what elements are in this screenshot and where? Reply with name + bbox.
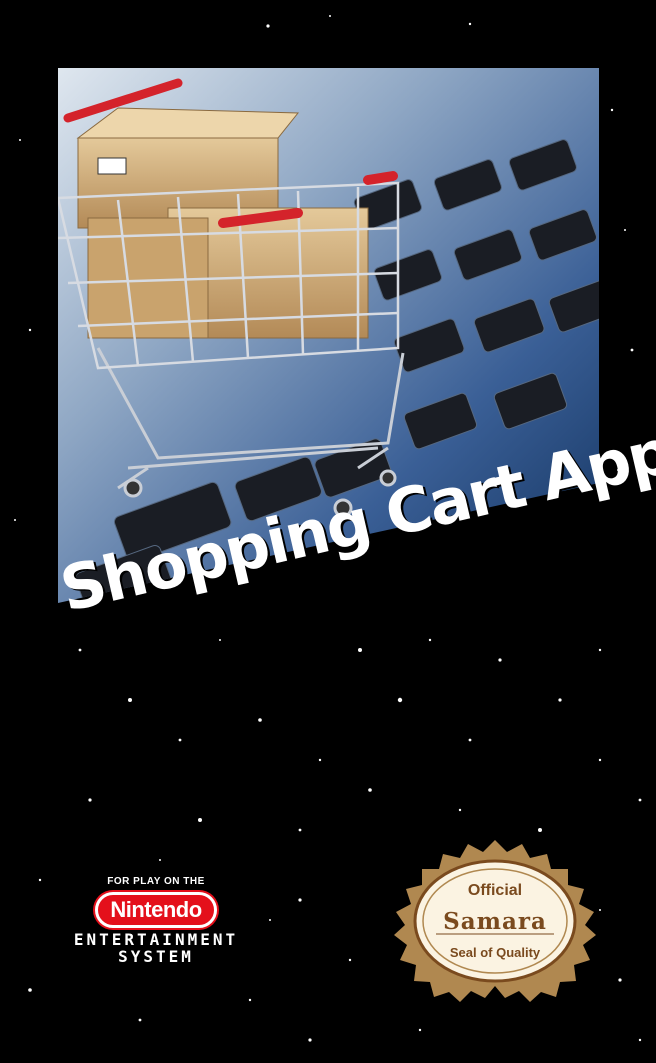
- seal-quality-text: Seal of Quality: [449, 945, 541, 960]
- seal-brand-text: Samara: [443, 908, 547, 935]
- nes-line-system: SYSTEM: [118, 946, 194, 966]
- nintendo-logo-text: Nintendo: [110, 897, 202, 922]
- nes-badge: FOR PLAY ON THE Nintendo ENTERTAINMENT S…: [56, 876, 256, 965]
- nes-badge-caption: FOR PLAY ON THE: [107, 876, 205, 887]
- nintendo-logo: Nintendo: [95, 892, 217, 928]
- game-cover: Shopping Cart App FOR PLAY ON THE Ninten…: [0, 0, 656, 1063]
- seal-text-group: Official Samara Seal of Quality: [384, 838, 606, 1002]
- seal-official-text: Official: [467, 882, 523, 899]
